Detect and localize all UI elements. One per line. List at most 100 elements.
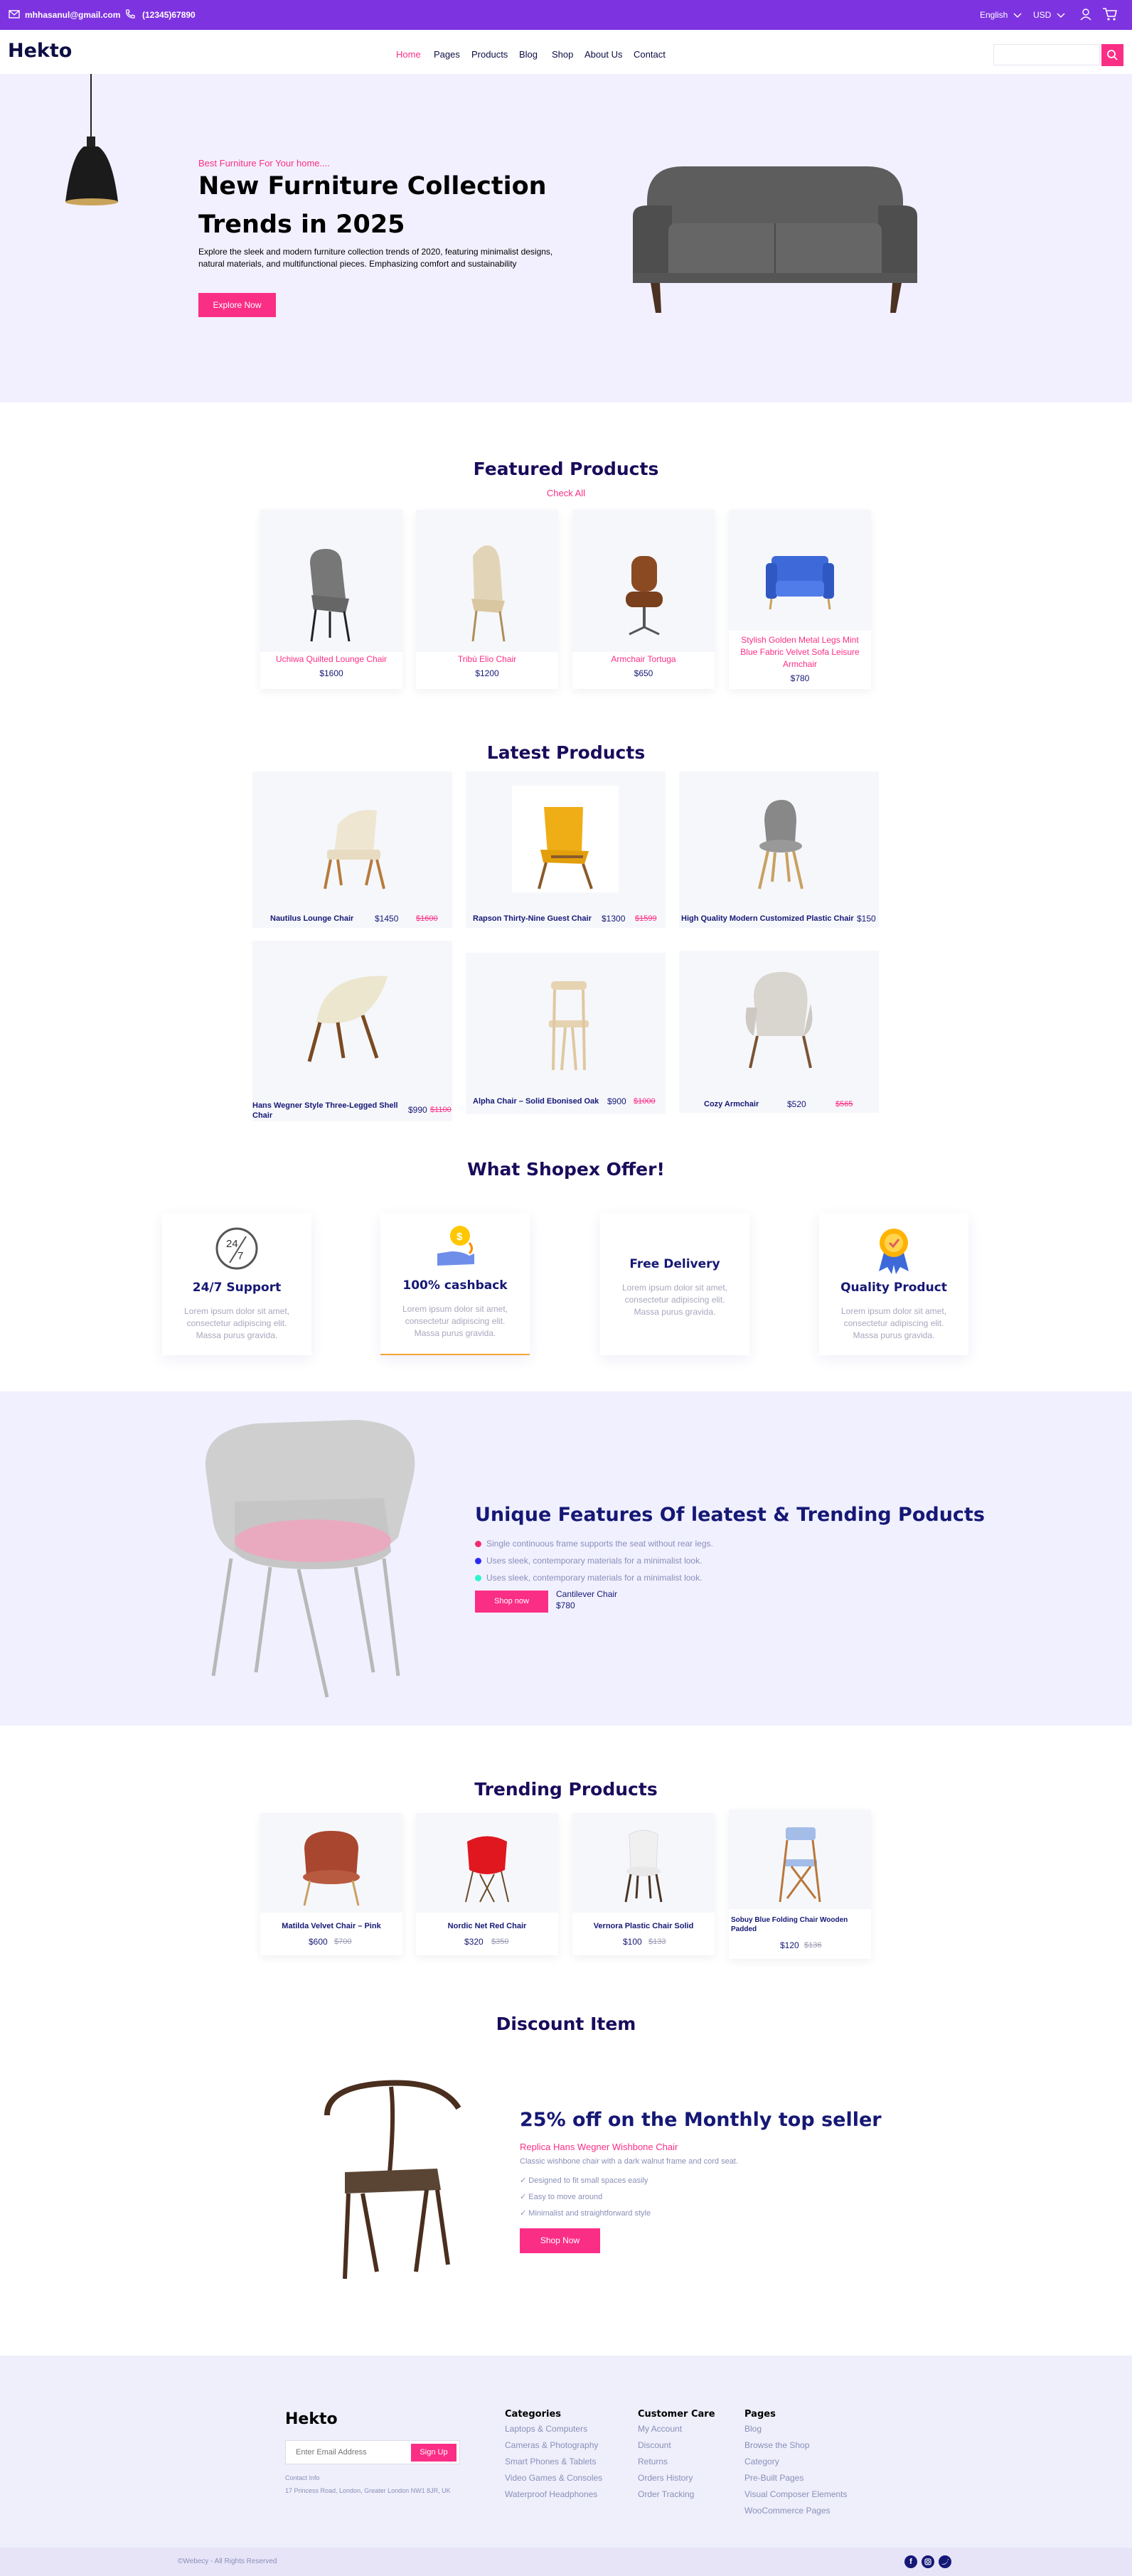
bullet-text: Uses sleek, contemporary materials for a… <box>486 1556 703 1566</box>
featured-card[interactable]: Tribù Elio Chair $1200 <box>416 510 558 689</box>
trending-image <box>260 1813 402 1913</box>
footer-col-title: Customer Care <box>638 2409 715 2420</box>
nav-link-contact[interactable]: Contact <box>634 49 666 60</box>
featured-price: $650 <box>634 668 653 678</box>
trending-title: Trending Products <box>474 1779 658 1800</box>
discount-description: Classic wishbone chair with a dark walnu… <box>520 2157 738 2166</box>
check-icon: ✓ <box>520 2209 529 2218</box>
footer-link[interactable]: Video Games & Consoles <box>505 2473 602 2483</box>
currency-select[interactable]: USD <box>1033 10 1065 20</box>
nav-link-pages[interactable]: Pages <box>434 49 460 60</box>
nav-link-about[interactable]: About Us <box>584 49 622 60</box>
latest-card[interactable]: Nautilus Lounge Chair $1450 $1600 <box>252 771 452 928</box>
footer-link[interactable]: Visual Composer Elements <box>744 2489 848 2499</box>
offer-card-text-line2: consectetur adipiscing elit. <box>405 1316 506 1326</box>
latest-image <box>739 786 818 892</box>
footer-link[interactable]: Blog <box>744 2424 762 2434</box>
footer-link[interactable]: Cameras & Photography <box>505 2440 598 2450</box>
footer-link[interactable]: Order Tracking <box>638 2489 694 2499</box>
featured-name: Uchiwa Quilted Lounge Chair <box>275 654 388 664</box>
bullet-dot <box>475 1541 481 1547</box>
latest-old-price: $1000 <box>634 1097 656 1106</box>
footer-link[interactable]: WooCommerce Pages <box>744 2506 831 2516</box>
offer-card-text-line2: consectetur adipiscing elit. <box>186 1318 287 1328</box>
latest-image <box>309 786 395 892</box>
footer-link[interactable]: Orders History <box>638 2473 693 2483</box>
discount-check-text: Designed to fit small spaces easily <box>528 2176 648 2185</box>
nav-link-shop[interactable]: Shop <box>552 49 573 60</box>
currency-label: USD <box>1033 10 1052 20</box>
footer-link[interactable]: Discount <box>638 2440 671 2450</box>
featured-card[interactable]: Armchair Tortuga $650 <box>572 510 715 689</box>
shop-now-button[interactable]: Shop now <box>475 1591 548 1613</box>
trending-image <box>729 1810 871 1909</box>
discount-check-item: ✓ Easy to move around <box>520 2192 602 2201</box>
nav-link-products[interactable]: Products <box>471 49 508 60</box>
footer-link[interactable]: Browse the Shop <box>744 2440 809 2450</box>
offer-card-text-line3: Massa purus gravida. <box>853 1330 935 1340</box>
featured-card[interactable]: Stylish Golden Metal Legs Mint Blue Fabr… <box>729 510 871 689</box>
footer-link[interactable]: Waterproof Headphones <box>505 2489 597 2499</box>
latest-card[interactable]: Cozy Armchair $520 $565 <box>679 951 879 1113</box>
featured-card[interactable]: Uchiwa Quilted Lounge Chair $1600 <box>260 510 402 689</box>
trending-card[interactable]: Sobuy Blue Folding Chair Wooden Padded $… <box>729 1810 871 1959</box>
twitter-icon[interactable] <box>939 2555 951 2568</box>
phone-icon <box>124 9 136 20</box>
nav-link-blog[interactable]: Blog <box>519 49 538 60</box>
latest-card[interactable]: High Quality Modern Customized Plastic C… <box>679 771 879 928</box>
sign-up-button[interactable]: Sign Up <box>411 2444 456 2462</box>
discount-check-text: Easy to move around <box>528 2193 603 2201</box>
latest-card[interactable]: Rapson Thirty-Nine Guest Chair $1300 $15… <box>466 771 666 928</box>
trending-card[interactable]: Nordic Net Red Chair $320 $350 <box>416 1813 558 1955</box>
search-input[interactable] <box>993 44 1100 65</box>
trending-card[interactable]: Matilda Velvet Chair – Pink $600 $700 <box>260 1813 402 1955</box>
svg-text:$: $ <box>456 1231 463 1243</box>
latest-name: Rapson Thirty-Nine Guest Chair <box>473 914 592 923</box>
site-logo[interactable]: Hekto <box>8 40 72 62</box>
chevron-down-icon <box>1057 13 1065 18</box>
trending-name: Vernora Plastic Chair Solid <box>593 1922 694 1930</box>
trending-name: Matilda Velvet Chair – Pink <box>282 1922 381 1930</box>
footer-link[interactable]: Laptops & Computers <box>505 2424 587 2434</box>
language-select[interactable]: English <box>980 10 1022 20</box>
copyright-text: ©Webecy - All Rights Reserved <box>178 2558 277 2565</box>
unique-title: Unique Features Of leatest & Trending Po… <box>475 1504 985 1526</box>
featured-image <box>416 510 558 652</box>
cart-icon[interactable] <box>1102 7 1118 21</box>
svg-text:24: 24 <box>226 1238 238 1250</box>
discount-check-item: ✓ Minimalist and straightforward style <box>520 2208 651 2218</box>
latest-card[interactable]: Alpha Chair – Solid Ebonised Oak $900 $1… <box>466 953 666 1114</box>
unique-features-section: Unique Features Of leatest & Trending Po… <box>0 1391 1132 1726</box>
check-all-link[interactable]: Check All <box>0 488 1132 498</box>
wishbone-chair-image <box>306 2073 484 2286</box>
footer: Hekto Sign Up Contact Info 17 Princess R… <box>0 2356 1132 2548</box>
facebook-icon[interactable]: f <box>904 2555 917 2568</box>
latest-name: Nautilus Lounge Chair <box>270 914 354 923</box>
offer-card-title: Quality Product <box>840 1281 947 1295</box>
featured-price: $1600 <box>319 668 343 678</box>
hero-title-line1: New Furniture Collection <box>198 172 547 201</box>
nav-link-home[interactable]: Home <box>396 49 421 60</box>
footer-link[interactable]: Pre-Built Pages <box>744 2473 803 2483</box>
latest-image <box>540 971 597 1077</box>
search-button[interactable] <box>1101 44 1123 66</box>
offer-card-text-line3: Massa purus gravida. <box>634 1307 716 1317</box>
offer-card-text-line1: Lorem ipsum dolor sit amet, <box>621 1283 728 1293</box>
footer-link[interactable]: Returns <box>638 2457 668 2467</box>
check-icon: ✓ <box>520 2193 529 2201</box>
user-icon[interactable] <box>1079 8 1092 21</box>
svg-text:7: 7 <box>237 1250 243 1262</box>
latest-card[interactable]: Hans Wegner Style Three-Legged Shell Cha… <box>252 941 452 1121</box>
instagram-icon[interactable] <box>922 2555 934 2568</box>
explore-now-button[interactable]: Explore Now <box>198 293 276 317</box>
offer-card-delivery: Free Delivery Lorem ipsum dolor sit amet… <box>600 1213 749 1355</box>
footer-link[interactable]: My Account <box>638 2424 682 2434</box>
featured-name: Tribù Elio Chair <box>457 654 517 664</box>
shop-now-discount-button[interactable]: Shop Now <box>520 2228 600 2253</box>
footer-link[interactable]: Category <box>744 2457 779 2467</box>
offer-card-text-line1: Lorem ipsum dolor sit amet, <box>402 1304 508 1314</box>
featured-image <box>572 510 715 652</box>
footer-link[interactable]: Smart Phones & Tablets <box>505 2457 597 2467</box>
trending-card[interactable]: Vernora Plastic Chair Solid $100 $133 <box>572 1813 715 1955</box>
offer-card-support: 24 7 24/7 Support Lorem ipsum dolor sit a… <box>162 1213 311 1355</box>
